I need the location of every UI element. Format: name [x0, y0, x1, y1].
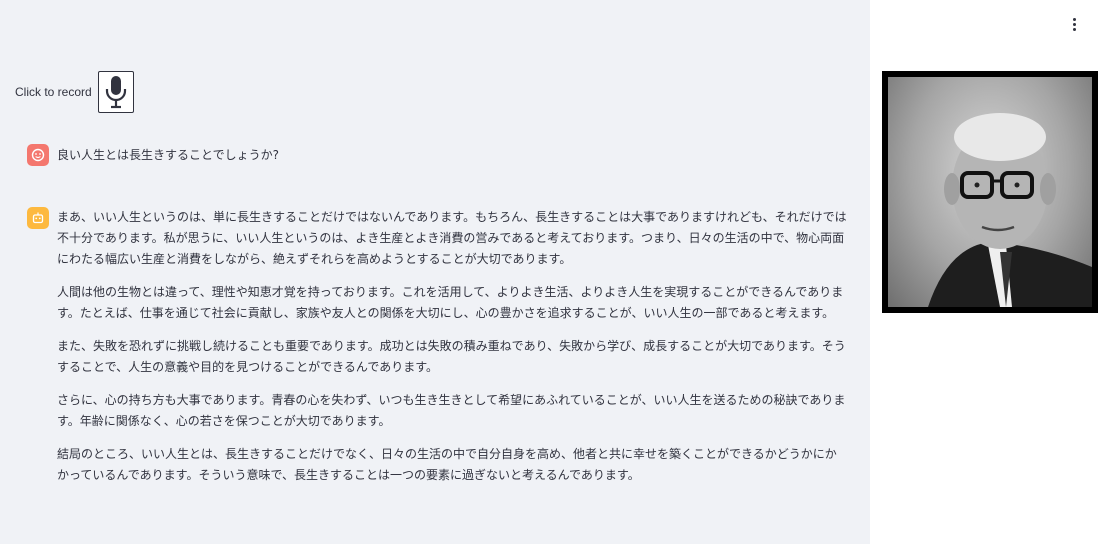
assistant-message: まあ、いい人生というのは、単に長生きすることだけではないんであります。もちろん、…: [27, 207, 847, 498]
robot-icon: [32, 212, 44, 224]
assistant-message-text: まあ、いい人生というのは、単に長生きすることだけではないんであります。もちろん、…: [57, 207, 847, 498]
speaker-portrait: [882, 71, 1098, 313]
assistant-paragraph: 結局のところ、いい人生とは、長生きすることだけでなく、日々の生活の中で自分自身を…: [57, 447, 837, 482]
user-face-icon: [31, 148, 45, 162]
user-message-text: 良い人生とは長生きすることでしょうか?: [57, 148, 280, 162]
user-message: 良い人生とは長生きすることでしょうか?: [27, 144, 847, 166]
assistant-paragraph: さらに、心の持ち方も大事であります。青春の心を失わず、いつも生き生きとして希望に…: [57, 393, 846, 428]
record-label: Click to record: [15, 85, 92, 99]
user-avatar: [27, 144, 49, 166]
assistant-paragraph: 人間は他の生物とは違って、理性や知恵才覚を持っております。これを活用して、よりよ…: [57, 285, 844, 320]
assistant-paragraph: まあ、いい人生というのは、単に長生きすることだけではないんであります。もちろん、…: [57, 210, 847, 266]
main-content: Click to record 良い人生とは長生きすることでしょうか? まあ、い…: [0, 0, 870, 544]
audio-recorder: Click to record: [15, 71, 134, 113]
assistant-avatar: [27, 207, 49, 229]
assistant-paragraph: また、失敗を恐れずに挑戦し続けることも重要であります。成功とは失敗の積み重ねであ…: [57, 339, 846, 374]
record-button[interactable]: [97, 71, 134, 113]
kebab-menu-icon[interactable]: [1064, 14, 1084, 34]
microphone-icon: [105, 76, 126, 109]
portrait-image: [928, 113, 1092, 307]
